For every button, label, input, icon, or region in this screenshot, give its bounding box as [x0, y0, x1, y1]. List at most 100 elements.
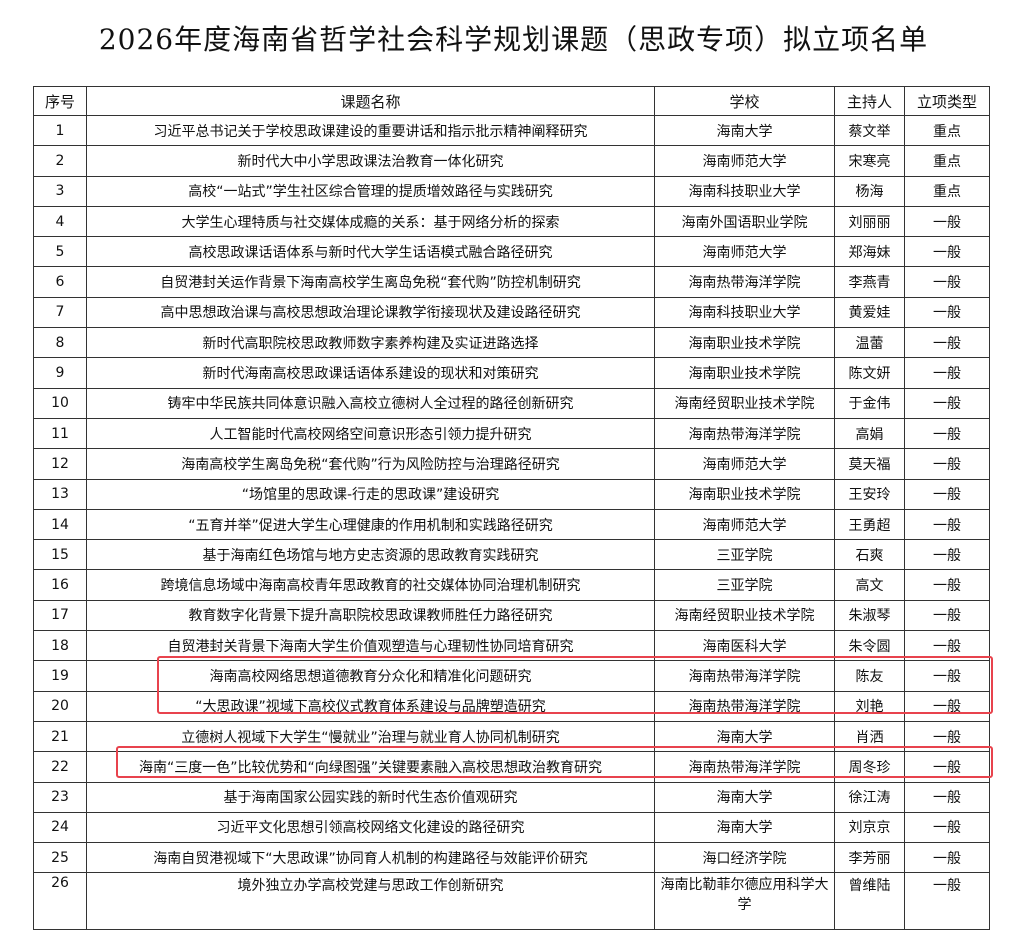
cell-host: 郑海妹	[834, 236, 905, 268]
cell-host: 曾维陆	[834, 872, 905, 930]
cell-host: 刘艳	[834, 690, 905, 722]
cell-type: 一般	[904, 660, 990, 692]
cell-school: 海南师范大学	[654, 145, 835, 177]
cell-type: 一般	[904, 842, 990, 874]
table-row: 13 “场馆里的思政课-行走的思政课”建设研究 海南职业技术学院 王安玲 一般	[33, 478, 990, 510]
cell-type: 重点	[904, 114, 990, 147]
cell-host: 温蕾	[834, 327, 905, 359]
cell-type: 一般	[904, 478, 990, 510]
cell-topic: 高校“一站式”学生社区综合管理的提质增效路径与实践研究	[86, 175, 655, 207]
cell-school: 海南科技职业大学	[654, 175, 835, 207]
cell-topic: 铸牢中华民族共同体意识融入高校立德树人全过程的路径创新研究	[86, 387, 655, 419]
cell-school: 海南大学	[654, 811, 835, 844]
cell-host: 周冬珍	[834, 751, 905, 783]
project-table: 序号 课题名称 学校 主持人 立项类型 1 习近平总书记关于学校思政课建设的重要讲…	[33, 86, 990, 930]
cell-host: 莫天福	[834, 448, 905, 480]
cell-index: 10	[33, 387, 87, 419]
cell-host: 蔡文举	[834, 114, 905, 147]
table-row: 10 铸牢中华民族共同体意识融入高校立德树人全过程的路径创新研究 海南经贸职业技术学…	[33, 387, 990, 419]
cell-index: 17	[33, 599, 87, 632]
cell-index: 20	[33, 690, 87, 722]
cell-host: 朱淑琴	[834, 599, 905, 632]
cell-topic: 习近平文化思想引领高校网络文化建设的路径研究	[86, 811, 655, 844]
table-row: 14 “五育并举”促进大学生心理健康的作用机制和实践路径研究 海南师范大学 王勇超 一般	[33, 508, 990, 541]
cell-index: 11	[33, 417, 87, 450]
table-row: 4 大学生心理特质与社交媒体成瘾的关系：基于网络分析的探索 海南外国语职业学院 刘丽丽…	[33, 205, 990, 238]
cell-type: 一般	[904, 357, 990, 389]
table-row: 15 基于海南红色场馆与地方史志资源的思政教育实践研究 三亚学院 石爽 一般	[33, 539, 990, 571]
cell-school: 海南医科大学	[654, 630, 835, 662]
cell-topic: 大学生心理特质与社交媒体成瘾的关系：基于网络分析的探索	[86, 205, 655, 238]
page-title: 2026年度海南省哲学社会科学规划课题（思政专项）拟立项名单	[98, 23, 929, 56]
col-header-index: 序号	[33, 86, 87, 116]
cell-host: 高文	[834, 569, 905, 601]
col-header-topic: 课题名称	[86, 86, 655, 116]
cell-topic: 境外独立办学高校党建与思政工作创新研究	[86, 872, 655, 930]
cell-topic: 习近平总书记关于学校思政课建设的重要讲话和指示批示精神阐释研究	[86, 114, 655, 147]
cell-topic: 教育数字化背景下提升高职院校思政课教师胜任力路径研究	[86, 599, 655, 632]
cell-school: 海南师范大学	[654, 508, 835, 541]
table-row: 23 基于海南国家公园实践的新时代生态价值观研究 海南大学 徐江涛 一般	[33, 781, 990, 813]
cell-topic: 人工智能时代高校网络空间意识形态引领力提升研究	[86, 417, 655, 450]
cell-index: 15	[33, 539, 87, 571]
cell-school: 海南热带海洋学院	[654, 660, 835, 692]
cell-index: 16	[33, 569, 87, 601]
cell-topic: 海南自贸港视域下“大思政课”协同育人机制的构建路径与效能评价研究	[86, 842, 655, 874]
cell-type: 一般	[904, 205, 990, 238]
cell-type: 一般	[904, 781, 990, 813]
cell-type: 一般	[904, 387, 990, 419]
cell-type: 一般	[904, 599, 990, 632]
cell-school: 三亚学院	[654, 569, 835, 601]
table-row: 8 新时代高职院校思政教师数字素养构建及实证进路选择 海南职业技术学院 温蕾 一般	[33, 327, 990, 359]
cell-school: 三亚学院	[654, 539, 835, 571]
cell-topic: 基于海南红色场馆与地方史志资源的思政教育实践研究	[86, 539, 655, 571]
cell-index: 26	[33, 872, 87, 930]
table-row: 26 境外独立办学高校党建与思政工作创新研究 海南比勒菲尔德应用科学大学 曾维陆 一般	[33, 872, 990, 930]
cell-type: 一般	[904, 690, 990, 722]
cell-topic: 新时代高职院校思政教师数字素养构建及实证进路选择	[86, 327, 655, 359]
cell-type: 一般	[904, 872, 990, 930]
cell-index: 12	[33, 448, 87, 480]
cell-index: 9	[33, 357, 87, 389]
cell-school: 海口经济学院	[654, 842, 835, 874]
cell-topic: 海南高校网络思想道德教育分众化和精准化问题研究	[86, 660, 655, 692]
cell-index: 6	[33, 266, 87, 298]
table-row: 17 教育数字化背景下提升高职院校思政课教师胜任力路径研究 海南经贸职业技术学院 朱淑…	[33, 599, 990, 632]
table-header-row: 序号 课题名称 学校 主持人 立项类型	[33, 86, 990, 116]
cell-topic: 新时代海南高校思政课话语体系建设的现状和对策研究	[86, 357, 655, 389]
cell-type: 一般	[904, 751, 990, 783]
cell-host: 朱令圆	[834, 630, 905, 662]
cell-type: 一般	[904, 630, 990, 662]
cell-school: 海南职业技术学院	[654, 327, 835, 359]
cell-type: 一般	[904, 417, 990, 450]
cell-index: 25	[33, 842, 87, 874]
cell-school: 海南职业技术学院	[654, 357, 835, 389]
cell-index: 4	[33, 205, 87, 238]
cell-index: 3	[33, 175, 87, 207]
cell-host: 王勇超	[834, 508, 905, 541]
table-row: 7 高中思想政治课与高校思想政治理论课教学衔接现状及建设路径研究 海南科技职业大学黄…	[33, 296, 990, 329]
cell-type: 一般	[904, 508, 990, 541]
cell-index: 19	[33, 660, 87, 692]
cell-type: 重点	[904, 175, 990, 207]
cell-school: 海南比勒菲尔德应用科学大学	[654, 872, 835, 930]
cell-topic: 基于海南国家公园实践的新时代生态价值观研究	[86, 781, 655, 813]
cell-type: 一般	[904, 236, 990, 268]
cell-school: 海南师范大学	[654, 236, 835, 268]
cell-topic: 跨境信息场域中海南高校青年思政教育的社交媒体协同治理机制研究	[86, 569, 655, 601]
cell-host: 王安玲	[834, 478, 905, 510]
cell-host: 宋寒亮	[834, 145, 905, 177]
cell-type: 一般	[904, 296, 990, 329]
cell-type: 一般	[904, 569, 990, 601]
cell-school: 海南经贸职业技术学院	[654, 387, 835, 419]
cell-index: 14	[33, 508, 87, 541]
table-row: 21 立德树人视域下大学生“慢就业”治理与就业育人协同机制研究 海南大学 肖洒 一般	[33, 720, 990, 753]
cell-index: 7	[33, 296, 87, 329]
cell-school: 海南职业技术学院	[654, 478, 835, 510]
cell-school: 海南经贸职业技术学院	[654, 599, 835, 632]
cell-topic: 立德树人视域下大学生“慢就业”治理与就业育人协同机制研究	[86, 720, 655, 753]
cell-school: 海南大学	[654, 781, 835, 813]
cell-topic: 自贸港封关背景下海南大学生价值观塑造与心理韧性协同培育研究	[86, 630, 655, 662]
cell-host: 高娟	[834, 417, 905, 450]
cell-index: 1	[33, 114, 87, 147]
